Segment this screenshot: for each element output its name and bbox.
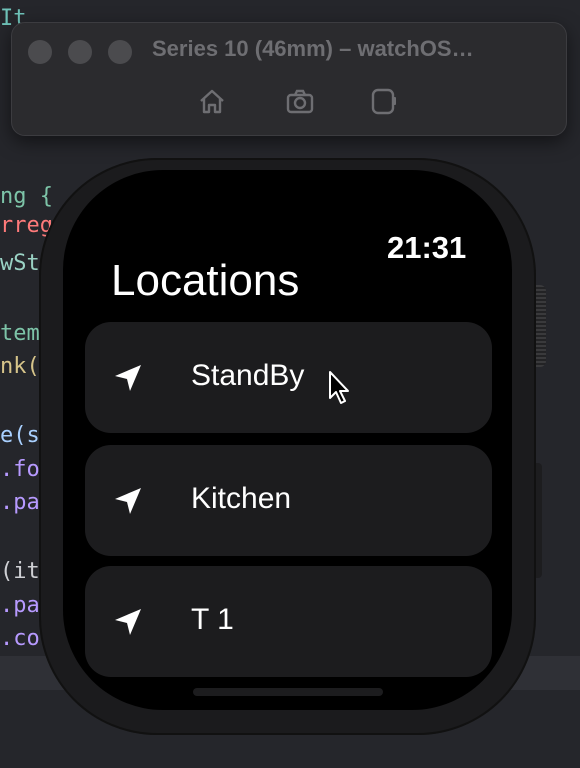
location-arrow-icon [112,606,144,638]
code-line: .pa [0,593,40,618]
code-line: .fo [0,457,40,482]
location-arrow-icon [112,485,144,517]
close-window-button[interactable] [28,40,52,64]
simulator-window: Series 10 (46mm) – watchOS… [11,22,567,136]
location-row-standby[interactable]: StandBy [85,322,492,433]
location-row-t1[interactable]: T 1 [85,566,492,677]
simulator-title: Series 10 (46mm) – watchOS… [152,36,474,61]
code-line: wSt [0,251,40,276]
code-line: nk( [0,354,40,379]
zoom-window-button[interactable] [108,40,132,64]
location-label: T 1 [191,603,234,636]
location-label: Kitchen [191,482,292,515]
camera-icon[interactable] [285,86,315,116]
home-icon[interactable] [197,86,227,116]
watch-clock: 21:31 [387,230,467,265]
code-line: rreg [0,213,53,238]
rotate-icon[interactable] [368,86,398,116]
location-label: StandBy [191,359,305,392]
code-line: e(s [0,423,40,448]
next-row-peek [193,688,383,696]
code-line: ng { [0,184,53,209]
code-line: tem [0,321,40,346]
location-row-kitchen[interactable]: Kitchen [85,445,492,556]
code-line: (it [0,559,40,584]
mouse-cursor-icon [328,370,352,406]
minimize-window-button[interactable] [68,40,92,64]
location-arrow-icon [112,362,144,394]
page-title: Locations [111,256,300,305]
watch-screen: 21:31 Locations StandBy Kitchen T 1 [63,170,512,710]
code-line: .co [0,626,40,651]
code-line: .pa [0,490,40,515]
